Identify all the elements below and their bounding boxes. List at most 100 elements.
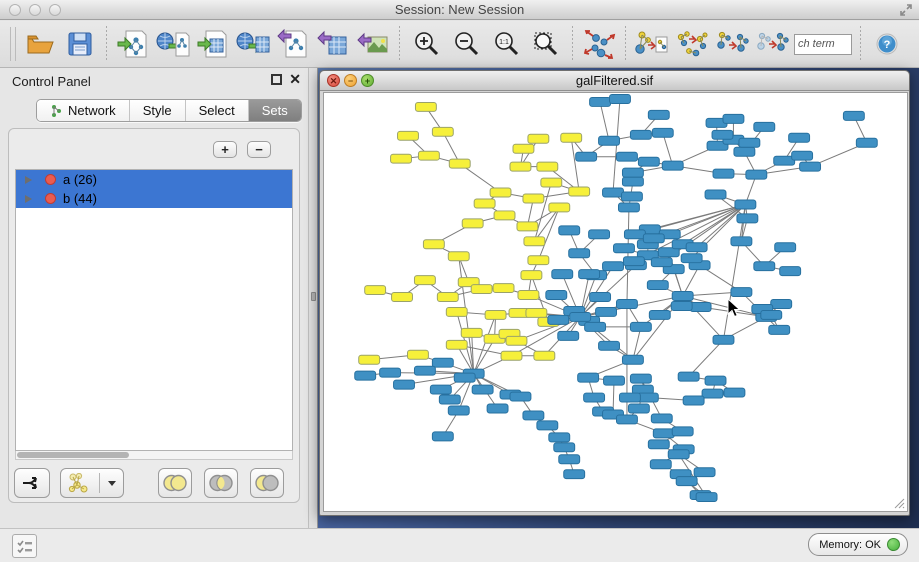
graph-node[interactable]: [800, 162, 821, 171]
graph-node[interactable]: [365, 286, 386, 295]
graph-node[interactable]: [771, 300, 792, 309]
horizontal-scrollbar[interactable]: [15, 451, 293, 460]
tab-select[interactable]: Select: [186, 100, 249, 121]
merge-networks-union-button[interactable]: [672, 24, 712, 64]
memory-status-button[interactable]: Memory: OK: [808, 533, 908, 556]
graph-node[interactable]: [622, 168, 643, 177]
graph-node[interactable]: [446, 340, 467, 349]
graph-node[interactable]: [614, 244, 635, 253]
import-network-web-button[interactable]: [153, 24, 193, 64]
graph-node[interactable]: [537, 421, 558, 430]
graph-node[interactable]: [589, 230, 610, 239]
merge-networks-difference-button[interactable]: [752, 24, 792, 64]
graph-node[interactable]: [355, 371, 376, 380]
panel-divider[interactable]: [308, 68, 318, 528]
graph-node[interactable]: [619, 393, 640, 402]
graph-node[interactable]: [624, 230, 645, 239]
graph-node[interactable]: [652, 128, 673, 137]
graph-node[interactable]: [394, 380, 415, 389]
graph-node[interactable]: [690, 302, 711, 311]
graph-node[interactable]: [446, 307, 467, 316]
graph-node[interactable]: [648, 440, 669, 449]
graph-node[interactable]: [676, 477, 697, 486]
graph-node[interactable]: [653, 429, 674, 438]
remove-set-button[interactable]: −: [247, 141, 271, 158]
graph-node[interactable]: [510, 162, 531, 171]
import-table-file-button[interactable]: [193, 24, 233, 64]
graph-node[interactable]: [735, 200, 756, 209]
graph-node[interactable]: [559, 455, 580, 464]
network-graph[interactable]: [324, 93, 907, 511]
graph-node[interactable]: [485, 310, 506, 319]
graph-node[interactable]: [713, 169, 734, 178]
graph-node[interactable]: [359, 355, 380, 364]
graph-node[interactable]: [471, 285, 492, 294]
graph-node[interactable]: [590, 293, 611, 302]
graph-node[interactable]: [604, 376, 625, 385]
graph-node[interactable]: [439, 395, 460, 404]
graph-node[interactable]: [528, 256, 549, 265]
tab-sets[interactable]: Sets: [249, 100, 301, 121]
graph-node[interactable]: [437, 293, 458, 302]
graph-node[interactable]: [513, 144, 534, 153]
graph-node[interactable]: [686, 243, 707, 252]
graph-node[interactable]: [599, 136, 620, 145]
graph-node[interactable]: [521, 271, 542, 280]
split-set-button[interactable]: [14, 468, 50, 498]
float-panel-icon[interactable]: [271, 74, 282, 85]
graph-node[interactable]: [599, 341, 620, 350]
graph-node[interactable]: [724, 388, 745, 397]
graph-node[interactable]: [462, 219, 483, 228]
graph-node[interactable]: [569, 249, 590, 258]
graph-node[interactable]: [622, 177, 643, 186]
graph-node[interactable]: [723, 114, 744, 123]
graph-node[interactable]: [603, 188, 624, 197]
graph-node[interactable]: [671, 302, 692, 311]
divider-collapse-handle[interactable]: [311, 292, 316, 301]
disclosure-triangle-icon[interactable]: [25, 176, 32, 184]
resize-grip-icon[interactable]: [893, 497, 905, 509]
graph-node[interactable]: [528, 134, 549, 143]
graph-node[interactable]: [672, 292, 693, 301]
graph-node[interactable]: [523, 411, 544, 420]
graph-node[interactable]: [761, 310, 782, 319]
graph-node[interactable]: [414, 276, 435, 285]
graph-node[interactable]: [523, 194, 544, 203]
add-set-button[interactable]: +: [213, 141, 237, 158]
graph-node[interactable]: [603, 262, 624, 271]
graph-node[interactable]: [461, 328, 482, 337]
tab-network[interactable]: Network: [37, 100, 130, 121]
graph-node[interactable]: [414, 366, 435, 375]
zoom-fit-selected-button[interactable]: [526, 24, 566, 64]
difference-sets-button[interactable]: [250, 468, 284, 498]
graph-node[interactable]: [630, 374, 651, 383]
graph-node[interactable]: [696, 493, 717, 502]
graph-node[interactable]: [423, 240, 444, 249]
graph-node[interactable]: [570, 312, 591, 321]
network-frame-titlebar[interactable]: ✕ − + galFiltered.sif: [320, 71, 909, 91]
graph-node[interactable]: [432, 127, 453, 136]
graph-node[interactable]: [623, 257, 644, 266]
graph-node[interactable]: [415, 102, 436, 111]
import-table-web-button[interactable]: [233, 24, 273, 64]
graph-node[interactable]: [493, 284, 514, 293]
graph-node[interactable]: [432, 358, 453, 367]
graph-node[interactable]: [630, 130, 651, 139]
graph-node[interactable]: [494, 211, 515, 220]
graph-node[interactable]: [610, 94, 631, 103]
graph-node[interactable]: [734, 147, 755, 156]
graph-node[interactable]: [590, 97, 611, 106]
graph-node[interactable]: [739, 138, 760, 147]
graph-node[interactable]: [430, 385, 451, 394]
graph-node[interactable]: [630, 322, 651, 331]
graph-node[interactable]: [518, 291, 539, 300]
graph-node[interactable]: [578, 373, 599, 382]
list-item-set-a[interactable]: a (26): [16, 170, 292, 189]
graph-node[interactable]: [407, 350, 428, 359]
graph-node[interactable]: [731, 288, 752, 297]
graph-node[interactable]: [559, 226, 580, 235]
graph-node[interactable]: [391, 154, 412, 163]
graph-node[interactable]: [737, 214, 758, 223]
open-session-button[interactable]: [20, 24, 60, 64]
graph-node[interactable]: [561, 133, 582, 142]
